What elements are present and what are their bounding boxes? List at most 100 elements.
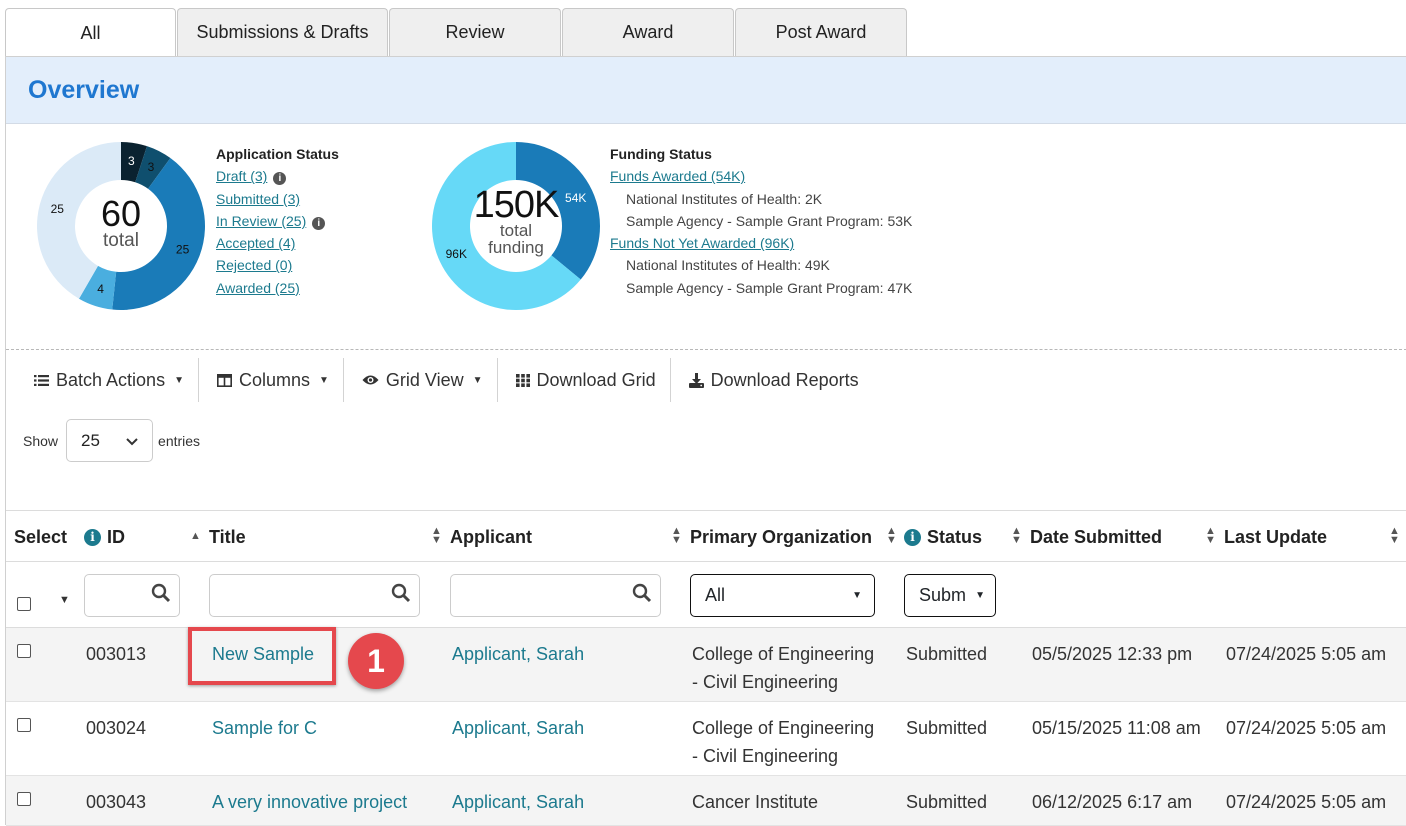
sort-icon[interactable]: ▲ ▼ — [1205, 526, 1216, 546]
application-total-label: total — [103, 230, 139, 251]
caret-down-icon: ▼ — [319, 374, 329, 386]
application-status-title: Application Status — [216, 146, 339, 162]
id-search-input[interactable] — [84, 574, 180, 617]
entries-select[interactable]: 25 — [66, 419, 154, 462]
application-status-chart: 3 3 25 4 25 60 total — [36, 141, 206, 311]
cell-organization: Cancer Institute — [692, 792, 819, 812]
tab-bar: All Submissions & Drafts Review Award Po… — [5, 8, 908, 57]
organization-filter-select[interactable]: All ▼ — [690, 574, 875, 617]
tab-review[interactable]: Review — [389, 8, 561, 56]
header-primary-organization[interactable]: Primary Organization — [690, 511, 872, 563]
eye-icon — [362, 374, 379, 386]
download-reports-label: Download Reports — [710, 369, 859, 390]
organization-line: - Civil Engineering — [692, 672, 839, 692]
sort-asc-icon[interactable]: ▲ — [190, 531, 201, 542]
in-review-link[interactable]: In Review (25) — [216, 213, 306, 229]
caret-down-icon[interactable]: ▼ — [59, 594, 70, 606]
organization-line: College of Engineering — [692, 718, 875, 738]
grid-icon — [515, 373, 530, 387]
slice-label: 3 — [148, 160, 155, 174]
rejected-link[interactable]: Rejected (0) — [216, 257, 292, 273]
slice-label: 4 — [97, 282, 104, 296]
title-search-input[interactable] — [209, 574, 420, 617]
cell-id: 003043 — [86, 792, 147, 812]
tab-submissions-drafts[interactable]: Submissions & Drafts — [177, 8, 388, 56]
download-icon — [688, 372, 704, 388]
overview-header: Overview — [6, 57, 1406, 124]
applicant-search-input[interactable] — [450, 574, 661, 617]
header-date-submitted[interactable]: Date Submitted — [1030, 511, 1162, 563]
sort-icon[interactable]: ▲ ▼ — [671, 526, 682, 546]
sort-icon[interactable]: ▲ ▼ — [1011, 526, 1022, 546]
cell-date-submitted: 06/12/2025 6:17 am — [1032, 792, 1193, 812]
grid-toolbar: Batch Actions ▼ Columns ▼ Grid View ▼ Do… — [16, 357, 873, 403]
download-reports-button[interactable]: Download Reports — [671, 358, 873, 402]
step-badge: 1 — [348, 633, 404, 689]
cell-applicant-link[interactable]: Applicant, Sarah — [452, 788, 584, 816]
list-icon — [34, 374, 49, 387]
search-icon — [632, 583, 652, 608]
accepted-link[interactable]: Accepted (4) — [216, 235, 295, 251]
show-label: Show — [23, 432, 59, 449]
select-all-checkbox[interactable] — [17, 597, 31, 611]
sort-icon[interactable]: ▲ ▼ — [431, 526, 442, 546]
row-checkbox[interactable] — [17, 792, 31, 806]
header-applicant[interactable]: Applicant — [450, 511, 532, 563]
row-checkbox[interactable] — [17, 718, 31, 732]
download-grid-label: Download Grid — [536, 369, 656, 390]
download-grid-button[interactable]: Download Grid — [498, 358, 671, 402]
batch-actions-button[interactable]: Batch Actions ▼ — [16, 358, 199, 402]
header-last-update[interactable]: Last Update — [1224, 511, 1327, 563]
header-id[interactable]: i ID — [84, 511, 125, 563]
organization-line: College of Engineering — [692, 644, 875, 664]
columns-label: Columns — [238, 369, 311, 390]
tab-award[interactable]: Award — [562, 8, 734, 56]
cell-date-submitted: 05/15/2025 11:08 am — [1032, 718, 1201, 738]
draft-link[interactable]: Draft (3) — [216, 168, 267, 184]
entries-control: Show 25 entries — [23, 419, 200, 462]
application-status-legend: Application Status Draft (3) i Submitted … — [216, 143, 339, 299]
funds-not-awarded-link[interactable]: Funds Not Yet Awarded (96K) — [610, 235, 794, 251]
info-icon[interactable]: i — [312, 216, 326, 230]
sort-icon[interactable]: ▲ ▼ — [1389, 526, 1400, 546]
info-icon[interactable]: i — [273, 172, 287, 186]
grid-view-button[interactable]: Grid View ▼ — [344, 358, 498, 402]
section-divider — [6, 349, 1406, 350]
tab-all[interactable]: All — [5, 8, 176, 57]
funding-total-label-2: funding — [488, 238, 544, 257]
search-icon — [391, 583, 411, 608]
chevron-down-icon — [126, 431, 138, 451]
funds-awarded-link[interactable]: Funds Awarded (54K) — [610, 168, 745, 184]
sort-icon[interactable]: ▲ ▼ — [886, 526, 897, 546]
caret-down-icon: ▼ — [174, 374, 184, 386]
table-row: 003024 Sample for C Applicant, Sarah Col… — [6, 702, 1406, 776]
caret-down-icon: ▼ — [472, 374, 483, 386]
submitted-link[interactable]: Submitted (3) — [216, 191, 300, 207]
status-filter-select[interactable]: Subm ▼ — [904, 574, 996, 617]
columns-button[interactable]: Columns ▼ — [199, 358, 344, 402]
caret-down-icon: ▼ — [975, 590, 985, 601]
funds-not-awarded-item: Sample Agency - Sample Grant Program: 47… — [626, 279, 913, 296]
funding-total: 150K — [473, 184, 560, 226]
tab-post-award[interactable]: Post Award — [735, 8, 907, 56]
cell-title-link[interactable]: A very innovative project — [212, 788, 407, 816]
entries-suffix: entries — [158, 432, 201, 449]
caret-down-icon: ▼ — [852, 590, 862, 601]
cell-title-link[interactable]: Sample for C — [212, 714, 317, 742]
header-status[interactable]: i Status — [904, 511, 982, 563]
cell-organization: College of Engineering - Civil Engineeri… — [692, 714, 874, 770]
overview-card: Overview 3 3 25 4 25 60 total Application St… — [5, 56, 1406, 826]
cell-status: Submitted — [906, 644, 988, 664]
overview-title: Overview — [28, 75, 140, 104]
header-title[interactable]: Title — [209, 511, 246, 563]
info-icon[interactable]: i — [84, 528, 101, 546]
cell-applicant-link[interactable]: Applicant, Sarah — [452, 640, 584, 668]
awarded-link[interactable]: Awarded (25) — [216, 280, 300, 296]
search-icon — [151, 583, 171, 608]
highlight-box — [188, 627, 336, 685]
cell-applicant-link[interactable]: Applicant, Sarah — [452, 714, 584, 742]
info-icon[interactable]: i — [904, 528, 921, 546]
row-checkbox[interactable] — [17, 644, 31, 658]
funds-awarded-item: Sample Agency - Sample Grant Program: 53… — [626, 212, 913, 229]
header-id-label: ID — [107, 526, 125, 547]
